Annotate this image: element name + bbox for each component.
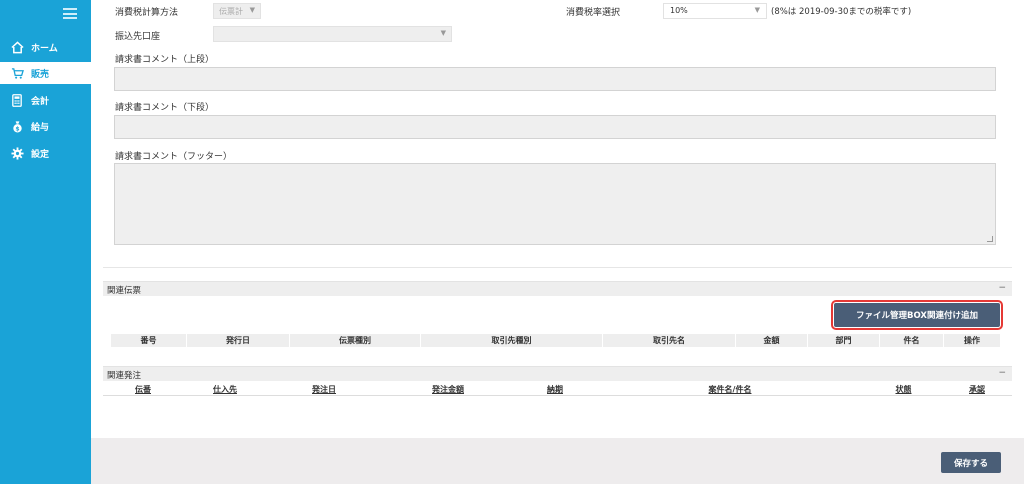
related-slips-header: 関連伝票 −	[103, 281, 1012, 296]
main-content: 消費税計算方法 伝票計 ▼ 消費税率選択 10% ▼ (8%は 2019-09-…	[91, 0, 1024, 484]
column-header-label: 伝番	[135, 385, 151, 394]
chevron-down-icon: ▼	[249, 6, 255, 14]
tax-rate-note: (8%は 2019-09-30までの税率です)	[771, 7, 912, 17]
column-header: 金額	[736, 334, 808, 347]
hamburger-menu-icon[interactable]	[63, 8, 77, 19]
tax-rate-select[interactable]: 10% ▼	[663, 3, 767, 19]
comment-lower-input[interactable]	[114, 115, 996, 139]
sidebar-item-accounting[interactable]: 会計	[0, 89, 91, 111]
column-header: 取引先名	[603, 334, 736, 347]
sidebar-item-label: 設定	[31, 149, 50, 160]
tax-calc-label: 消費税計算方法	[115, 8, 179, 18]
chevron-down-icon: ▼	[440, 29, 446, 37]
comment-lower-label: 請求書コメント（下段）	[115, 103, 215, 113]
sidebar-item-label: ホーム	[31, 43, 58, 54]
sidebar-item-settings[interactable]: 設定	[0, 142, 91, 164]
calculator-icon	[10, 93, 24, 107]
column-header: 番号	[111, 334, 187, 347]
sidebar-item-label: 販売	[31, 69, 50, 80]
column-header[interactable]: 状態	[865, 384, 942, 395]
tax-rate-label: 消費税率選択	[566, 8, 621, 18]
column-header: 取引先種別	[421, 334, 603, 347]
column-header: 操作	[964, 336, 980, 345]
column-header[interactable]: 仕入先	[183, 384, 267, 395]
related-orders-header: 関連発注 −	[103, 366, 1012, 381]
money-bag-icon: $	[10, 119, 24, 133]
footer-bar: 保存する	[91, 438, 1024, 484]
sidebar-item-label: 給与	[31, 122, 50, 133]
home-icon	[10, 40, 24, 54]
sidebar-item-sales[interactable]: 販売	[0, 62, 91, 84]
column-header[interactable]: 伝番	[103, 384, 183, 395]
related-slips-section: 関連伝票 − ファイル管理BOX関連付け追加 番号 発行日 伝票種別 取引先種別…	[103, 281, 1012, 356]
svg-text:$: $	[15, 125, 19, 132]
tax-rate-value: 10%	[670, 6, 688, 15]
gear-icon	[10, 146, 24, 160]
save-button[interactable]: 保存する	[941, 452, 1001, 473]
sidebar-item-home[interactable]: ホーム	[0, 36, 91, 58]
collapse-icon[interactable]: −	[998, 368, 1006, 378]
column-header[interactable]: 承認	[942, 384, 1012, 395]
sidebar-item-label: 会計	[31, 96, 50, 107]
tax-calc-value: 伝票計	[219, 7, 243, 16]
column-header: 件名	[880, 334, 944, 347]
sidebar-item-payroll[interactable]: $ 給与	[0, 115, 91, 137]
comment-footer-label: 請求書コメント（フッター）	[115, 152, 233, 162]
column-header-label: 承認	[969, 385, 985, 394]
column-header: 発行日	[187, 334, 290, 347]
column-header[interactable]: 納期	[515, 384, 595, 395]
invoice-form: 消費税計算方法 伝票計 ▼ 消費税率選択 10% ▼ (8%は 2019-09-…	[103, 0, 1012, 268]
comment-footer-input[interactable]	[114, 163, 996, 245]
column-header-label: 案件名/件名	[708, 385, 752, 394]
column-header-label: 状態	[895, 385, 912, 394]
add-file-box-link-button[interactable]: ファイル管理BOX関連付け追加	[831, 300, 1003, 330]
bank-account-select[interactable]: ▼	[213, 26, 452, 42]
tax-calc-select[interactable]: 伝票計 ▼	[213, 3, 261, 19]
column-header[interactable]: 案件名/件名	[595, 384, 865, 395]
column-header-label: 納期	[547, 385, 563, 394]
column-header: 部門	[808, 334, 880, 347]
related-slips-table-header: 番号 発行日 伝票種別 取引先種別 取引先名 金額 部門 件名 操作	[111, 334, 1000, 347]
bank-account-label: 振込先口座	[115, 32, 161, 42]
related-orders-section: 関連発注 − 伝番 仕入先 発注日 発注金額 納期 案件名/件名 状態 承認	[103, 366, 1012, 411]
related-orders-table-header: 伝番 仕入先 発注日 発注金額 納期 案件名/件名 状態 承認	[103, 384, 1012, 396]
collapse-icon[interactable]: −	[998, 283, 1006, 293]
chevron-down-icon: ▼	[754, 6, 760, 14]
cart-icon	[10, 66, 24, 80]
column-header[interactable]: 発注金額	[381, 384, 515, 395]
related-slips-title: 関連伝票	[107, 286, 142, 296]
column-header-label: 発注日	[312, 385, 336, 394]
column-header[interactable]: 発注日	[267, 384, 381, 395]
related-orders-title: 関連発注	[107, 371, 142, 381]
column-header: 伝票種別	[290, 334, 421, 347]
column-header-label: 仕入先	[213, 385, 237, 394]
resize-handle-icon[interactable]	[987, 236, 993, 242]
comment-upper-input[interactable]	[114, 67, 996, 91]
comment-upper-label: 請求書コメント（上段）	[115, 55, 215, 65]
column-header-label: 発注金額	[432, 385, 464, 394]
sidebar: ホーム 販売 会計 $ 給与 設定	[0, 0, 91, 484]
